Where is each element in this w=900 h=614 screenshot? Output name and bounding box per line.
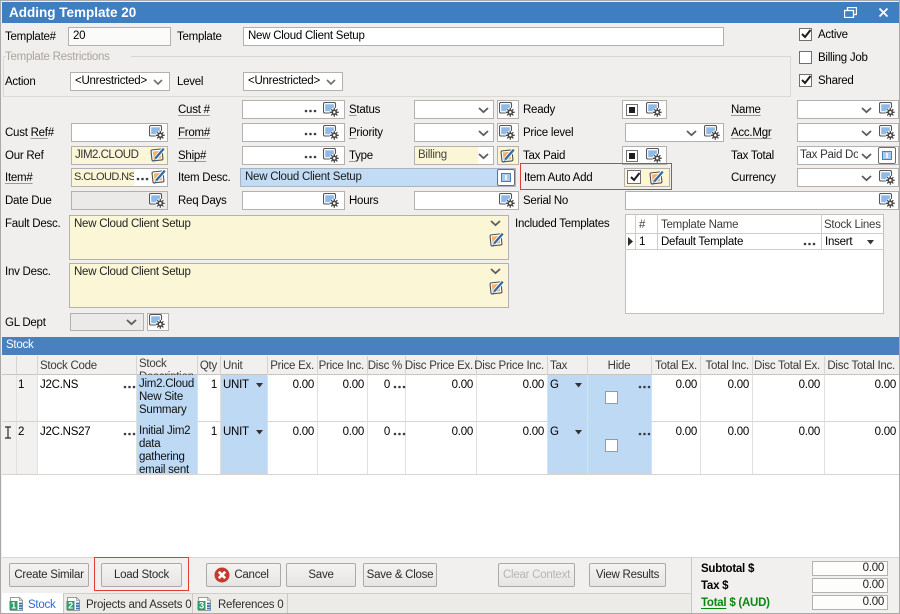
svg-text:3: 3 [199,601,204,611]
svg-text:1: 1 [11,601,16,611]
svg-text:2: 2 [68,601,73,611]
